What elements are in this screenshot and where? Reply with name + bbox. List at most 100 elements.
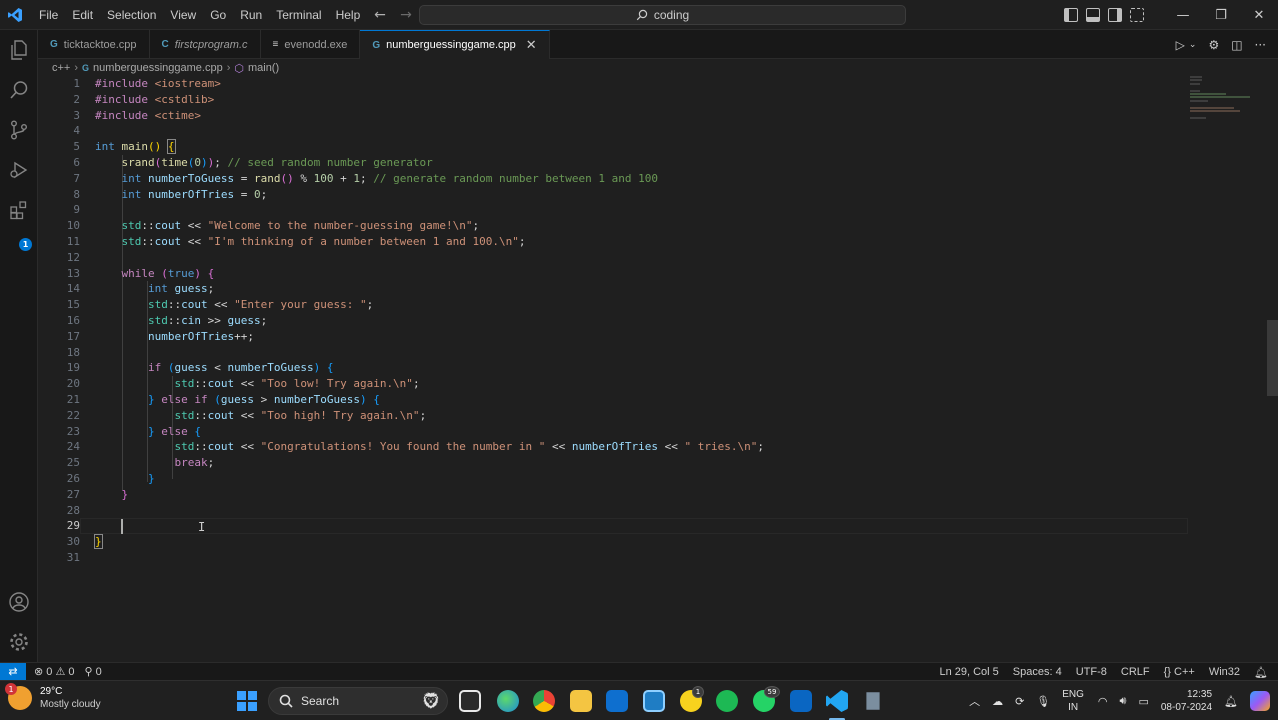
toggle-secondary-sidebar-icon[interactable] bbox=[1108, 8, 1122, 22]
chrome-browser-icon[interactable] bbox=[533, 690, 555, 712]
menu-view[interactable]: View bbox=[163, 0, 203, 30]
problems-indicator[interactable]: ⊗ 0 ⚠ 0 bbox=[34, 665, 75, 678]
input-language[interactable]: ENG IN bbox=[1062, 688, 1084, 714]
temperature: 29°C bbox=[40, 686, 63, 697]
toggle-panel-icon[interactable] bbox=[1086, 8, 1100, 22]
microphone-icon[interactable]: 🎙︎ bbox=[1036, 695, 1050, 708]
line-number: 11 bbox=[66, 234, 80, 248]
vscode-taskbar-icon[interactable] bbox=[826, 690, 848, 712]
notifications-bell-icon[interactable]: 🔔︎ bbox=[1254, 666, 1268, 679]
menu-selection[interactable]: Selection bbox=[100, 0, 163, 30]
app-badge: 1 bbox=[692, 686, 704, 698]
menu-file[interactable]: File bbox=[32, 0, 65, 30]
status-bar-right: Ln 29, Col 5 Spaces: 4 UTF-8 CRLF {} C++… bbox=[939, 663, 1268, 681]
snipping-tool-icon[interactable] bbox=[866, 692, 880, 710]
cpp-file-icon: G bbox=[82, 63, 90, 73]
minimap[interactable] bbox=[1190, 76, 1270, 126]
menu-help[interactable]: Help bbox=[329, 0, 368, 30]
indentation[interactable]: Spaces: 4 bbox=[1013, 666, 1062, 678]
wifi-icon[interactable]: ◠ bbox=[1098, 695, 1108, 708]
tab-numberguessinggame[interactable]: G numberguessinggame.cpp ✕ bbox=[360, 30, 550, 59]
breadcrumb-folder[interactable]: c++ bbox=[52, 62, 70, 74]
line-number: 24 bbox=[66, 440, 80, 454]
linkedin-icon[interactable] bbox=[790, 690, 812, 712]
microsoft-store-icon[interactable] bbox=[606, 690, 628, 712]
run-code-icon[interactable]: ▷ bbox=[1176, 38, 1185, 52]
dell-app-icon[interactable] bbox=[643, 690, 665, 712]
accounts-icon[interactable] bbox=[7, 590, 31, 614]
spotify-icon[interactable] bbox=[716, 690, 738, 712]
line-number: 16 bbox=[66, 313, 80, 327]
back-arrow-icon[interactable]: ← bbox=[372, 6, 388, 24]
sync-icon[interactable]: ⟳ bbox=[1015, 695, 1024, 708]
task-view-icon[interactable] bbox=[459, 690, 481, 712]
cpp-file-icon: G bbox=[50, 39, 58, 50]
language-mode[interactable]: {} C++ bbox=[1164, 666, 1195, 678]
run-options-chevron-icon[interactable]: ⌄ bbox=[1189, 40, 1197, 50]
taskbar-search[interactable]: Search 🦁︎ bbox=[268, 687, 448, 715]
battery-icon[interactable]: ▭ bbox=[1138, 695, 1148, 708]
toggle-primary-sidebar-icon[interactable] bbox=[1064, 8, 1078, 22]
line-number: 6 bbox=[73, 155, 80, 169]
restore-icon[interactable]: ❐ bbox=[1202, 0, 1240, 30]
menu-go[interactable]: Go bbox=[203, 0, 233, 30]
onedrive-cloud-icon[interactable]: ☁ bbox=[992, 695, 1003, 708]
code-line: std::cout << "Enter your guess: "; bbox=[147, 298, 374, 312]
search-sidebar-icon[interactable] bbox=[7, 78, 31, 102]
edge-browser-icon[interactable] bbox=[497, 690, 519, 712]
customize-layout-icon[interactable] bbox=[1130, 8, 1144, 22]
end-of-line[interactable]: CRLF bbox=[1121, 666, 1150, 678]
cursor-position[interactable]: Ln 29, Col 5 bbox=[939, 666, 998, 678]
more-actions-icon[interactable]: ··· bbox=[1255, 38, 1266, 52]
code-line: std::cin >> guess; bbox=[147, 313, 268, 327]
ports-count: 0 bbox=[95, 666, 102, 678]
file-explorer-icon[interactable] bbox=[570, 690, 592, 712]
line-number: 20 bbox=[66, 377, 80, 391]
line-number: 17 bbox=[66, 329, 80, 343]
code-editor[interactable]: 1 2 3 4 5 6 7 8 9 10 11 12 13 14 15 16 17 18 19 20 21 22 23 24 2… bbox=[38, 76, 1278, 662]
vertical-scrollbar[interactable] bbox=[1267, 76, 1278, 662]
menu-bar: File Edit Selection View Go Run Terminal… bbox=[32, 0, 367, 30]
tab-firstcprogram[interactable]: C firstcprogram.c bbox=[150, 30, 261, 59]
command-center[interactable]: coding bbox=[419, 5, 906, 25]
scrollbar-thumb[interactable] bbox=[1267, 320, 1278, 396]
minimize-icon[interactable]: — bbox=[1164, 0, 1202, 30]
split-editor-icon[interactable]: ◫ bbox=[1231, 38, 1242, 52]
settings-gear-icon[interactable]: ⚙ bbox=[1208, 38, 1219, 52]
tab-evenodd[interactable]: ≡ evenodd.exe bbox=[261, 30, 361, 59]
title-bar: File Edit Selection View Go Run Terminal… bbox=[0, 0, 1278, 30]
extensions-icon[interactable] bbox=[7, 198, 31, 222]
manage-gear-icon[interactable] bbox=[7, 630, 31, 654]
code-line: int guess; bbox=[147, 282, 215, 296]
menu-run[interactable]: Run bbox=[233, 0, 269, 30]
weather-condition: Mostly cloudy bbox=[40, 699, 101, 710]
status-bar: ⇄ ⊗ 0 ⚠ 0 ⚲ 0 Ln 29, Col 5 Spaces: 4 UTF… bbox=[0, 662, 1278, 681]
menu-terminal[interactable]: Terminal bbox=[269, 0, 328, 30]
tab-ticktacktoe[interactable]: G ticktacktoe.cpp bbox=[38, 30, 150, 59]
platform[interactable]: Win32 bbox=[1209, 666, 1240, 678]
explorer-icon[interactable] bbox=[7, 38, 31, 62]
show-hidden-icons-chevron-up-icon[interactable]: ︿ bbox=[969, 693, 980, 709]
forward-arrow-icon[interactable]: → bbox=[398, 6, 414, 24]
ports-indicator[interactable]: ⚲ 0 bbox=[85, 665, 102, 678]
menu-edit[interactable]: Edit bbox=[65, 0, 100, 30]
run-debug-icon[interactable] bbox=[7, 158, 31, 182]
remote-window-icon[interactable]: ⇄ bbox=[0, 662, 26, 681]
breadcrumb-file[interactable]: numberguessinggame.cpp bbox=[93, 62, 223, 74]
breadcrumb-symbol[interactable]: main() bbox=[248, 62, 279, 74]
source-control-icon[interactable] bbox=[7, 118, 31, 142]
system-clock[interactable]: 12:35 08-07-2024 bbox=[1161, 688, 1212, 714]
close-window-icon[interactable]: ✕ bbox=[1240, 0, 1278, 30]
close-tab-icon[interactable]: ✕ bbox=[526, 37, 537, 53]
code-line: } bbox=[121, 487, 129, 501]
file-encoding[interactable]: UTF-8 bbox=[1076, 666, 1107, 678]
code-content: #include <iostream> #include <cstdlib> #… bbox=[94, 76, 1215, 566]
volume-icon[interactable]: 🔊︎ bbox=[1120, 695, 1127, 708]
notification-bell-icon[interactable]: 🔔︎ bbox=[1224, 695, 1238, 708]
copilot-icon[interactable] bbox=[1250, 691, 1270, 711]
windows-start-icon[interactable] bbox=[237, 691, 257, 711]
weather-widget[interactable]: 1 29°C Mostly cloudy bbox=[5, 683, 101, 711]
